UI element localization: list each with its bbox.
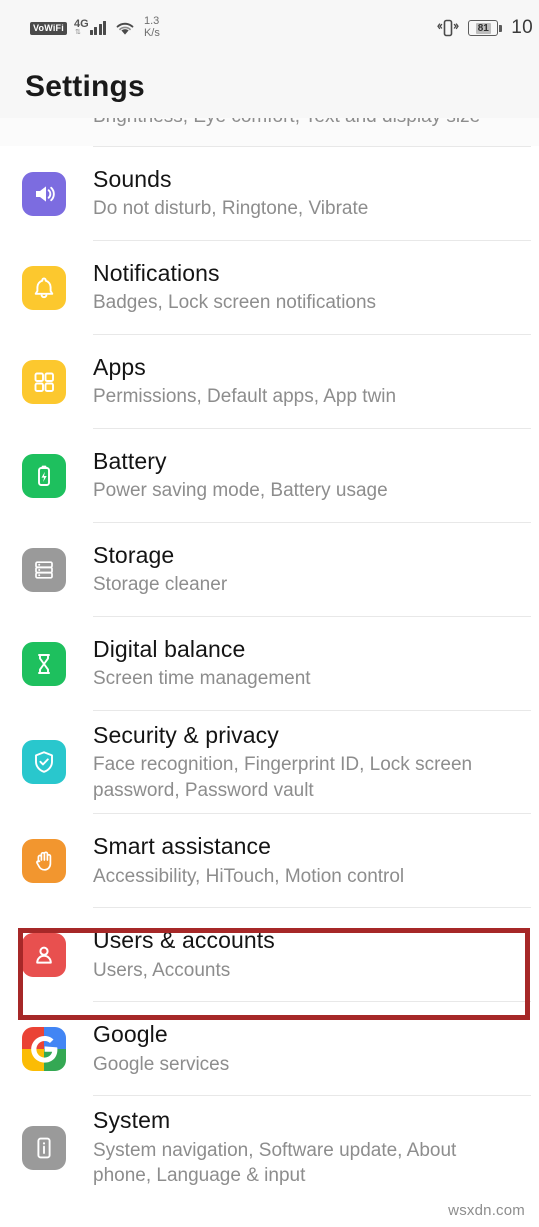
list-item-users-accounts[interactable]: Users & accounts Users, Accounts bbox=[0, 908, 539, 1001]
list-item-title: Digital balance bbox=[93, 636, 246, 663]
hourglass-icon bbox=[22, 641, 66, 686]
list-item-subtitle: Users, Accounts bbox=[93, 959, 231, 981]
vibrate-icon bbox=[437, 18, 460, 38]
title-bar: Settings bbox=[0, 56, 539, 118]
speaker-icon bbox=[22, 171, 66, 216]
vowifi-badge: VoWiFi bbox=[30, 21, 67, 35]
clock: 10 bbox=[511, 17, 533, 38]
list-item-title: Apps bbox=[93, 354, 146, 381]
list-item-security-privacy[interactable]: Security & privacy Face recognition, Fin… bbox=[0, 711, 539, 813]
list-item-notifications[interactable]: Notifications Badges, Lock screen notifi… bbox=[0, 241, 539, 334]
list-item-text: Storage Storage cleaner bbox=[93, 531, 227, 608]
list-item-subtitle: Do not disturb, Ringtone, Vibrate bbox=[93, 198, 369, 220]
list-item-text: Users & accounts Users, Accounts bbox=[93, 916, 275, 993]
list-item-subtitle: Brightness, Eye comfort, Text and displa… bbox=[93, 118, 480, 128]
list-item-subtitle: Accessibility, HiTouch, Motion control bbox=[93, 865, 405, 887]
network-speed-unit: K/s bbox=[143, 27, 160, 39]
list-item-subtitle: Face recognition, Fingerprint ID, Lock s… bbox=[93, 754, 473, 801]
battery-percent: 81 bbox=[475, 22, 491, 34]
list-item-title: Storage bbox=[93, 542, 175, 569]
list-item-storage[interactable]: Storage Storage cleaner bbox=[0, 523, 539, 616]
hand-icon bbox=[22, 838, 66, 883]
shield-check-icon bbox=[22, 740, 66, 785]
list-item-battery[interactable]: Battery Power saving mode, Battery usage bbox=[0, 429, 539, 522]
battery-tip bbox=[499, 24, 503, 32]
list-item-text: Smart assistance Accessibility, HiTouch,… bbox=[93, 822, 404, 899]
list-item-title: Notifications bbox=[93, 260, 220, 287]
list-item-subtitle: Permissions, Default apps, App twin bbox=[93, 386, 397, 408]
wifi-icon bbox=[115, 21, 135, 36]
network-speed: 1.3 K/s bbox=[144, 16, 160, 39]
signal-arrows-icon: ⇅ bbox=[74, 29, 81, 36]
list-item-title: Battery bbox=[93, 448, 167, 475]
status-bar-right: 81 10 bbox=[437, 17, 533, 39]
list-item-apps[interactable]: Apps Permissions, Default apps, App twin bbox=[0, 335, 539, 428]
list-item-subtitle: Screen time management bbox=[93, 668, 311, 690]
list-item-title: System bbox=[93, 1107, 171, 1134]
settings-screen: VoWiFi 4G ⇅ 1.3 K/s 81 10 Settings Sound… bbox=[0, 0, 539, 1227]
list-item-text: Security & privacy Face recognition, Fin… bbox=[93, 711, 513, 813]
list-item-digital-balance[interactable]: Digital balance Screen time management bbox=[0, 617, 539, 710]
list-item-subtitle: Storage cleaner bbox=[93, 574, 228, 596]
list-item-subtitle: Google services bbox=[93, 1053, 230, 1075]
person-icon bbox=[22, 932, 66, 977]
page-title: Settings bbox=[25, 70, 145, 103]
list-item-google[interactable]: Google Google services bbox=[0, 1002, 539, 1095]
list-item-system[interactable]: System System navigation, Software updat… bbox=[0, 1096, 539, 1198]
settings-list[interactable]: Brightness, Eye comfort, Text and displa… bbox=[0, 118, 539, 1199]
battery-icon: 81 bbox=[468, 20, 503, 36]
storage-list-icon bbox=[22, 547, 66, 592]
list-item-subtitle: System navigation, Software update, Abou… bbox=[93, 1139, 457, 1187]
bell-icon bbox=[22, 265, 66, 310]
list-item-subtitle: Power saving mode, Battery usage bbox=[93, 480, 388, 502]
battery-bolt-icon bbox=[22, 453, 66, 498]
apps-grid-icon bbox=[22, 359, 66, 404]
list-item-text: Battery Power saving mode, Battery usage bbox=[93, 437, 388, 514]
status-bar-left: VoWiFi 4G ⇅ 1.3 K/s bbox=[30, 16, 160, 39]
phone-info-icon bbox=[22, 1125, 66, 1170]
list-item-title: Users & accounts bbox=[93, 927, 275, 954]
list-item-sounds[interactable]: Sounds Do not disturb, Ringtone, Vibrate bbox=[0, 147, 539, 240]
status-bar: VoWiFi 4G ⇅ 1.3 K/s 81 10 bbox=[0, 0, 539, 56]
list-item-smart-assistance[interactable]: Smart assistance Accessibility, HiTouch,… bbox=[0, 814, 539, 907]
list-item-display-partial[interactable]: Brightness, Eye comfort, Text and displa… bbox=[0, 118, 539, 146]
list-item-text: System System navigation, Software updat… bbox=[93, 1096, 513, 1198]
list-item-text: Apps Permissions, Default apps, App twin bbox=[93, 343, 396, 420]
list-item-text: Digital balance Screen time management bbox=[93, 625, 311, 702]
list-item-title: Security & privacy bbox=[93, 722, 279, 748]
google-g-icon bbox=[22, 1026, 66, 1071]
list-item-subtitle: Badges, Lock screen notifications bbox=[93, 292, 377, 314]
list-item-text: Notifications Badges, Lock screen notifi… bbox=[93, 249, 376, 326]
list-item-text: Google Google services bbox=[93, 1010, 229, 1087]
list-item-title: Google bbox=[93, 1021, 168, 1048]
signal-bars-icon: 4G ⇅ bbox=[74, 19, 108, 36]
watermark: wsxdn.com bbox=[448, 1202, 525, 1219]
list-item-text: Sounds Do not disturb, Ringtone, Vibrate bbox=[93, 155, 368, 232]
list-item-title: Sounds bbox=[93, 166, 172, 193]
list-item-title: Smart assistance bbox=[93, 833, 271, 860]
